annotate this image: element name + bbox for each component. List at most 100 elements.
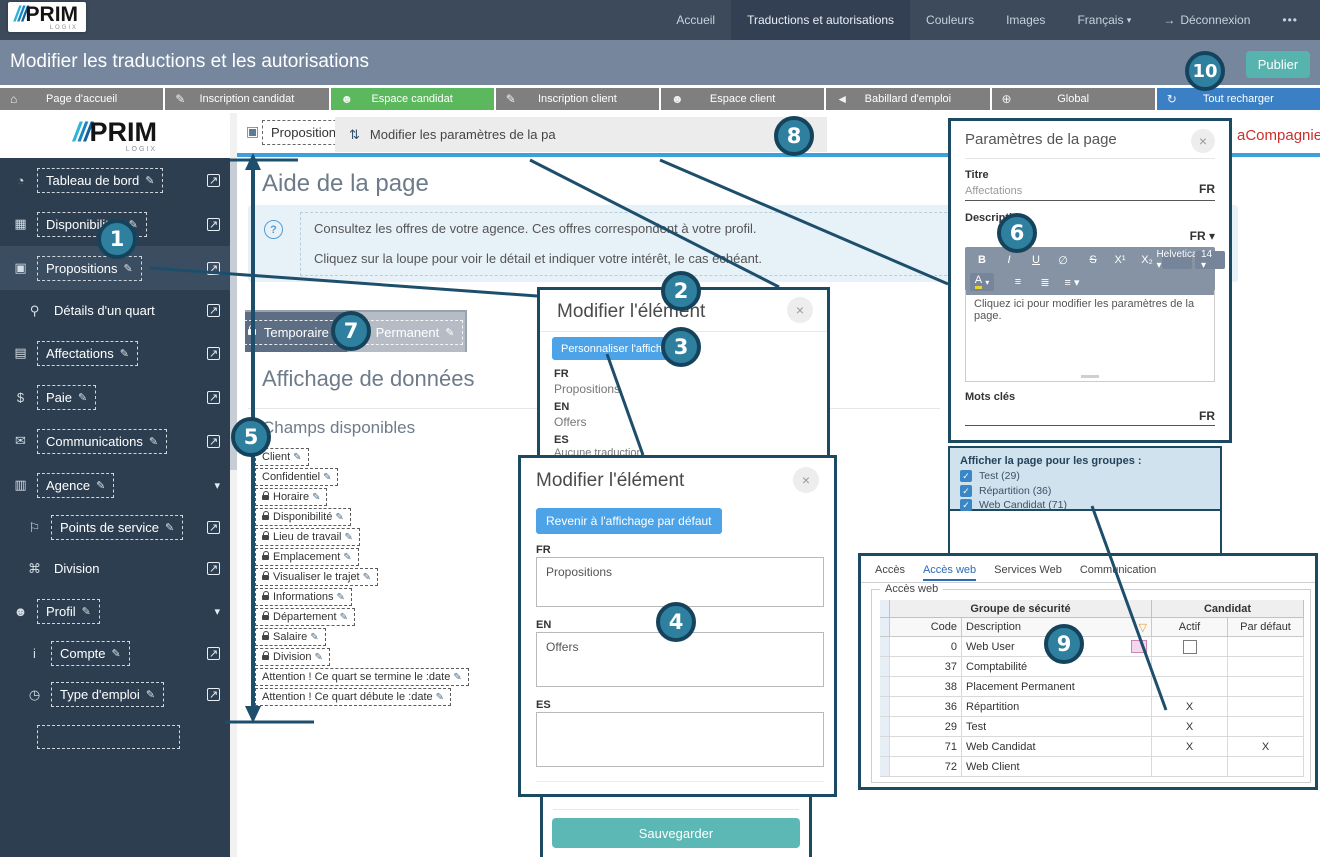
language-dropdown[interactable]: Français ▾ — [1061, 0, 1147, 40]
field-chip[interactable]: Confidentiel✎ — [255, 468, 338, 486]
pencil-icon[interactable]: ✎ — [323, 472, 331, 483]
sidebar-item[interactable]: ⚲ Détails d'un quart ✎ ↗ — [0, 290, 230, 331]
access-tab[interactable]: Accès — [875, 564, 905, 581]
external-link-icon[interactable]: ↗ — [207, 304, 220, 317]
pencil-icon[interactable]: ✎ — [293, 452, 301, 463]
cell-par-defaut[interactable] — [1228, 657, 1304, 677]
checkbox-checked-icon[interactable]: ✓ — [960, 470, 972, 482]
pencil-icon[interactable]: ✎ — [124, 262, 133, 275]
pencil-icon[interactable]: ✎ — [149, 435, 158, 448]
cell-actif[interactable]: X — [1152, 737, 1228, 757]
bullet-list-button[interactable]: ≡ — [1006, 273, 1030, 291]
more-menu[interactable]: ••• — [1266, 0, 1314, 40]
content-scrollbar[interactable] — [230, 113, 237, 857]
close-icon[interactable]: × — [787, 297, 813, 323]
cell-par-defaut[interactable] — [1228, 637, 1304, 657]
field-chip[interactable]: Disponibilité✎ — [255, 508, 351, 526]
pencil-icon[interactable]: ✎ — [335, 512, 343, 523]
nav-item[interactable]: Accueil — [660, 0, 731, 40]
external-link-icon[interactable]: ↗ — [207, 435, 220, 448]
cell-code[interactable]: 38 — [890, 677, 962, 697]
cell-description[interactable]: Test — [962, 717, 1152, 737]
field-chip[interactable]: Horaire✎ — [255, 488, 327, 506]
external-link-icon[interactable]: ↗ — [207, 521, 220, 534]
cell-par-defaut[interactable] — [1228, 757, 1304, 777]
close-icon[interactable]: × — [1191, 129, 1215, 153]
checkbox-unchecked-icon[interactable] — [1183, 640, 1197, 654]
cell-description[interactable]: Répartition — [962, 697, 1152, 717]
field-chip[interactable]: Emplacement✎ — [255, 548, 359, 566]
external-link-icon[interactable]: ↗ — [207, 262, 220, 275]
pencil-icon[interactable]: ✎ — [343, 552, 351, 563]
cell-actif[interactable] — [1152, 677, 1228, 697]
cell-actif[interactable]: X — [1152, 717, 1228, 737]
logout-button[interactable]: →Déconnexion — [1147, 0, 1266, 40]
pencil-icon[interactable]: ✎ — [78, 391, 87, 404]
cell-actif[interactable] — [1152, 637, 1228, 657]
chevron-down-icon[interactable]: ▾ — [214, 479, 220, 492]
external-link-icon[interactable]: ↗ — [207, 647, 220, 660]
nav-item[interactable]: Couleurs — [910, 0, 990, 40]
highlight-color-button[interactable]: A ▾ — [970, 273, 994, 291]
pencil-icon[interactable]: ✎ — [310, 632, 318, 643]
sidebar-item[interactable]: ✎ — [0, 715, 230, 759]
italic-button[interactable]: I — [997, 251, 1021, 269]
font-dropdown[interactable]: Helvetica ▾ — [1162, 251, 1192, 269]
sidebar-item[interactable]: i Compte ✎ ↗ — [0, 633, 230, 674]
superscript-button[interactable]: X¹ — [1108, 251, 1132, 269]
save-button[interactable]: Sauvegarder — [552, 818, 800, 848]
checkbox-checked-icon[interactable]: ✓ — [960, 499, 972, 511]
field-chip[interactable]: Salaire✎ — [255, 628, 326, 646]
note-icon[interactable] — [1131, 640, 1147, 653]
pencil-icon[interactable]: ✎ — [120, 347, 129, 360]
funnel-icon[interactable]: ▽ — [1139, 621, 1147, 634]
page-tab[interactable]: ☻ Espace candidat — [331, 88, 494, 110]
group-checkbox-row[interactable]: ✓Web Candidat (71) — [960, 499, 1067, 511]
external-link-icon[interactable]: ↗ — [207, 562, 220, 575]
pencil-icon[interactable]: ✎ — [146, 688, 155, 701]
pencil-icon[interactable]: ✎ — [436, 692, 444, 703]
page-tab[interactable]: ⌂ Page d'accueil — [0, 88, 163, 110]
field-chip[interactable]: Département✎ — [255, 608, 355, 626]
pencil-icon[interactable]: ✎ — [315, 652, 323, 663]
pencil-icon[interactable]: ✎ — [340, 612, 348, 623]
field-chip[interactable]: Informations✎ — [255, 588, 352, 606]
pencil-icon[interactable]: ✎ — [453, 672, 461, 683]
column-header[interactable]: Actif — [1152, 618, 1228, 637]
pencil-icon[interactable]: ✎ — [96, 479, 105, 492]
column-header[interactable]: Par défaut — [1228, 618, 1304, 637]
chevron-down-icon[interactable]: ▾ — [214, 605, 220, 618]
cell-actif[interactable] — [1152, 757, 1228, 777]
page-tab[interactable]: ⊕ Global — [992, 88, 1155, 110]
nav-item[interactable]: Images — [990, 0, 1061, 40]
page-tab[interactable]: ✎ Inscription client — [496, 88, 659, 110]
publish-button[interactable]: Publier — [1246, 51, 1310, 78]
sidebar-item[interactable]: $ Paie ✎ ↗ — [0, 375, 230, 419]
group-checkbox-row[interactable]: ✓Répartition (36) — [960, 485, 1051, 497]
resize-handle[interactable] — [1081, 375, 1099, 378]
revert-default-button[interactable]: Revenir à l'affichage par défaut — [536, 508, 722, 534]
cell-actif[interactable] — [1152, 657, 1228, 677]
cell-description[interactable]: Web Candidat — [962, 737, 1152, 757]
group-checkbox-row[interactable]: ✓Test (29) — [960, 470, 1020, 482]
column-header[interactable]: Code — [890, 618, 962, 637]
pencil-icon[interactable]: ✎ — [345, 532, 353, 543]
cell-description[interactable]: Placement Permanent — [962, 677, 1152, 697]
es-textarea[interactable] — [536, 712, 824, 767]
page-settings-button[interactable]: ⇅ Modifier les paramètres de la pa — [335, 117, 827, 152]
access-tab[interactable]: Communication — [1080, 564, 1156, 581]
external-link-icon[interactable]: ↗ — [207, 347, 220, 360]
sidebar-item[interactable]: ◷ Type d'emploi ✎ ↗ — [0, 674, 230, 715]
field-chip[interactable]: Division✎ — [255, 648, 330, 666]
sidebar-item[interactable]: ▤ Affectations ✎ ↗ — [0, 331, 230, 375]
cell-par-defaut[interactable] — [1228, 677, 1304, 697]
pencil-icon[interactable]: ✎ — [312, 492, 320, 503]
cell-par-defaut[interactable] — [1228, 717, 1304, 737]
subscript-button[interactable]: X₂ — [1135, 251, 1159, 269]
cell-actif[interactable]: X — [1152, 697, 1228, 717]
eraser-button[interactable]: ∅ — [1051, 251, 1075, 269]
numbered-list-button[interactable]: ≣ — [1033, 273, 1057, 291]
cell-par-defaut[interactable]: X — [1228, 737, 1304, 757]
pencil-icon[interactable]: ✎ — [165, 521, 174, 534]
sidebar-item[interactable]: ▥ Agence ✎ ▾ — [0, 463, 230, 507]
